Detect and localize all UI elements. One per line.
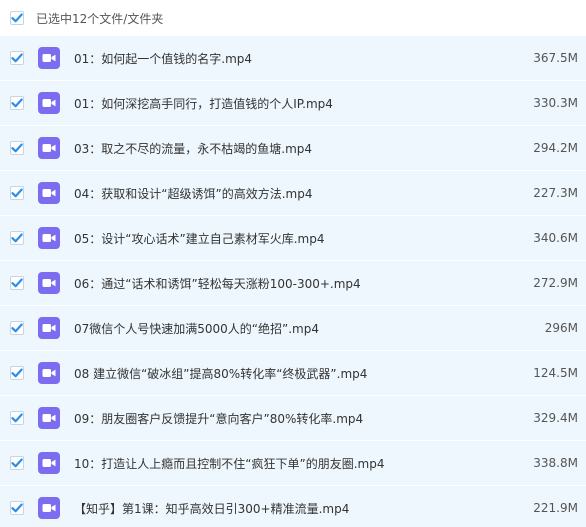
- file-row[interactable]: 05：设计“攻心话术”建立自己素材军火库.mp4 340.6M: [0, 216, 586, 261]
- check-icon: [11, 413, 23, 423]
- file-size: 124.5M: [533, 366, 578, 380]
- file-row[interactable]: 08 建立微信“破冰组”提高80%转化率“终极武器”.mp4 124.5M: [0, 351, 586, 396]
- video-file-icon: [38, 317, 60, 339]
- check-icon: [11, 53, 23, 63]
- file-checkbox[interactable]: [10, 456, 24, 470]
- video-file-icon: [38, 227, 60, 249]
- video-file-icon: [38, 47, 60, 69]
- check-icon: [11, 233, 23, 243]
- file-row[interactable]: 04：获取和设计“超级诱饵”的高效方法.mp4 227.3M: [0, 171, 586, 216]
- selected-count-label: 已选中12个文件/文件夹: [36, 11, 164, 26]
- check-icon: [11, 323, 23, 333]
- file-size: 296M: [544, 321, 578, 335]
- file-name: 03：取之不尽的流量，永不枯竭的鱼塘.mp4: [74, 141, 313, 156]
- file-name: 09：朋友圈客户反馈提升“意向客户”80%转化率.mp4: [74, 411, 364, 426]
- video-file-icon: [38, 272, 60, 294]
- check-icon: [11, 143, 23, 153]
- file-checkbox[interactable]: [10, 51, 24, 65]
- check-icon: [11, 188, 23, 198]
- file-checkbox[interactable]: [10, 366, 24, 380]
- check-icon: [11, 458, 23, 468]
- file-size: 367.5M: [533, 51, 578, 65]
- select-all-checkbox[interactable]: [10, 11, 24, 25]
- file-selection-panel: 已选中12个文件/文件夹 01：如何起一个值钱的名字.mp4 367.5M 01…: [0, 0, 586, 527]
- file-checkbox[interactable]: [10, 141, 24, 155]
- file-row[interactable]: 10：打造让人上瘾而且控制不住“疯狂下单”的朋友圈.mp4 338.8M: [0, 441, 586, 486]
- check-icon: [11, 278, 23, 288]
- file-checkbox[interactable]: [10, 96, 24, 110]
- file-name: 【知乎】第1课：知乎高效日引300+精准流量.mp4: [74, 501, 350, 516]
- video-file-icon: [38, 452, 60, 474]
- file-size: 329.4M: [533, 411, 578, 425]
- file-checkbox[interactable]: [10, 276, 24, 290]
- file-row[interactable]: 09：朋友圈客户反馈提升“意向客户”80%转化率.mp4 329.4M: [0, 396, 586, 441]
- file-checkbox[interactable]: [10, 501, 24, 515]
- file-checkbox[interactable]: [10, 186, 24, 200]
- selection-header: 已选中12个文件/文件夹: [0, 0, 586, 36]
- video-file-icon: [38, 182, 60, 204]
- file-checkbox[interactable]: [10, 231, 24, 245]
- video-file-icon: [38, 497, 60, 519]
- file-size: 227.3M: [533, 186, 578, 200]
- check-icon: [11, 368, 23, 378]
- file-row[interactable]: 06：通过“话术和诱饵”轻松每天涨粉100-300+.mp4 272.9M: [0, 261, 586, 306]
- file-name: 01：如何深挖高手同行，打造值钱的个人IP.mp4: [74, 96, 333, 111]
- file-name: 06：通过“话术和诱饵”轻松每天涨粉100-300+.mp4: [74, 276, 361, 291]
- file-name: 05：设计“攻心话术”建立自己素材军火库.mp4: [74, 231, 325, 246]
- video-file-icon: [38, 362, 60, 384]
- video-file-icon: [38, 137, 60, 159]
- file-size: 221.9M: [533, 501, 578, 515]
- check-icon: [11, 98, 23, 108]
- file-size: 294.2M: [533, 141, 578, 155]
- file-row[interactable]: 03：取之不尽的流量，永不枯竭的鱼塘.mp4 294.2M: [0, 126, 586, 171]
- file-name: 10：打造让人上瘾而且控制不住“疯狂下单”的朋友圈.mp4: [74, 456, 385, 471]
- video-file-icon: [38, 92, 60, 114]
- file-checkbox[interactable]: [10, 411, 24, 425]
- file-size: 340.6M: [533, 231, 578, 245]
- file-row[interactable]: 【知乎】第1课：知乎高效日引300+精准流量.mp4 221.9M: [0, 486, 586, 527]
- check-icon: [11, 503, 23, 513]
- file-size: 338.8M: [533, 456, 578, 470]
- file-row[interactable]: 07微信个人号快速加满5000人的“绝招”.mp4 296M: [0, 306, 586, 351]
- file-name: 04：获取和设计“超级诱饵”的高效方法.mp4: [74, 186, 313, 201]
- file-checkbox[interactable]: [10, 321, 24, 335]
- file-size: 272.9M: [533, 276, 578, 290]
- file-size: 330.3M: [533, 96, 578, 110]
- file-list: 01：如何起一个值钱的名字.mp4 367.5M 01：如何深挖高手同行，打造值…: [0, 36, 586, 527]
- file-row[interactable]: 01：如何起一个值钱的名字.mp4 367.5M: [0, 36, 586, 81]
- check-icon: [11, 13, 23, 23]
- video-file-icon: [38, 407, 60, 429]
- file-name: 01：如何起一个值钱的名字.mp4: [74, 51, 253, 66]
- file-name: 07微信个人号快速加满5000人的“绝招”.mp4: [74, 321, 319, 336]
- file-row[interactable]: 01：如何深挖高手同行，打造值钱的个人IP.mp4 330.3M: [0, 81, 586, 126]
- file-name: 08 建立微信“破冰组”提高80%转化率“终极武器”.mp4: [74, 366, 368, 381]
